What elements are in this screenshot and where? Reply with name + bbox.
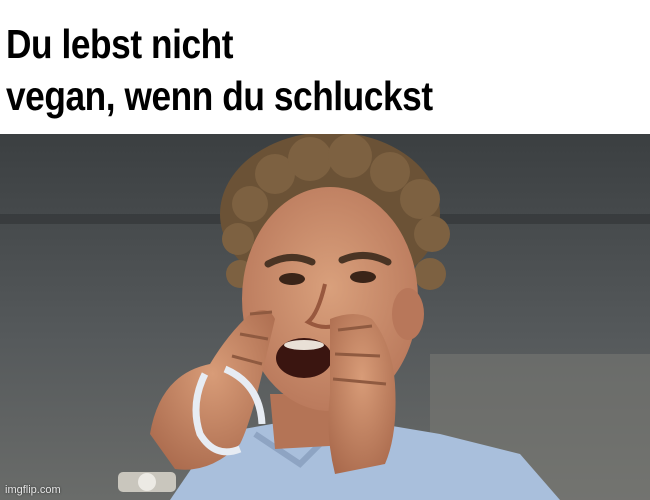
caption-line-2: vegan, wenn du schluckst xyxy=(6,73,433,119)
teeth xyxy=(284,340,324,350)
watch-face xyxy=(138,473,156,491)
photo-illustration xyxy=(0,134,650,500)
right-eye xyxy=(350,271,376,283)
watermark-text: imgflip.com xyxy=(5,484,61,496)
meme-photo: imgflip.com xyxy=(0,134,650,500)
ear xyxy=(392,288,424,340)
caption-line-1: Du lebst nicht xyxy=(6,21,234,67)
left-eye xyxy=(279,273,305,285)
meme-caption: Du lebst nicht vegan, wenn du schluckst xyxy=(0,0,650,134)
